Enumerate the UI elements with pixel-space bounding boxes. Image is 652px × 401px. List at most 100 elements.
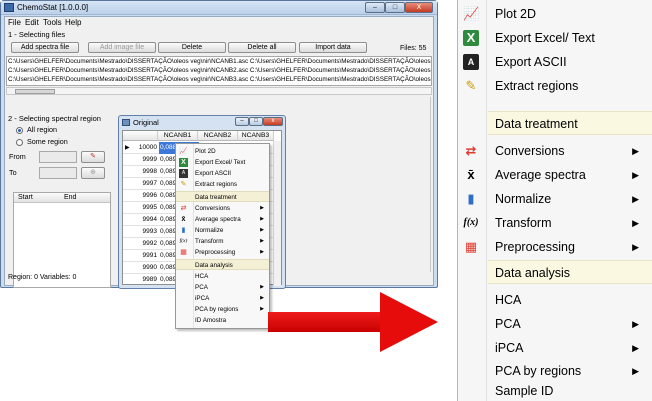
menu-item-label: Plot 2D <box>195 148 216 155</box>
menu-item-transform[interactable]: f(x) Transform ▶ <box>458 211 652 235</box>
plot-2d-icon: 📈 <box>463 6 480 21</box>
from-input[interactable] <box>39 151 77 163</box>
menu-item-average-spectra[interactable]: x̄ Average spectra ▶ <box>176 214 269 225</box>
end-column-header: End <box>64 194 77 201</box>
menu-item-sample-id[interactable]: Sample ID <box>458 379 652 401</box>
minimize-button[interactable]: – <box>365 2 385 13</box>
row-id: 9993 <box>142 228 157 235</box>
start-column-header: Start <box>18 194 33 201</box>
plot-2d-icon: 📈 <box>179 148 188 155</box>
menu-item-label: iPCA <box>195 295 210 302</box>
menu-item-plot-2d[interactable]: 📈 Plot 2D <box>176 146 269 157</box>
menu-item-label: Sample ID <box>495 384 554 398</box>
menu-item-ipca[interactable]: iPCA ▶ <box>176 293 269 304</box>
row-id: 9991 <box>142 252 157 259</box>
file-path-list[interactable]: C:\Users\GHELFER\Documents\Mestrado\DISS… <box>6 56 432 86</box>
status-bar: Region: 0 Variables: 0 <box>8 274 77 281</box>
horizontal-scrollbar[interactable] <box>6 87 432 95</box>
submenu-arrow-icon: ▶ <box>632 146 639 156</box>
right-scrollbar[interactable] <box>430 97 434 272</box>
normalize-icon: ▮ <box>181 227 186 234</box>
maximize-button[interactable]: □ <box>385 2 405 13</box>
to-input[interactable] <box>39 167 77 179</box>
submenu-arrow-icon: ▶ <box>260 216 264 222</box>
menu-item-average-spectra[interactable]: x̄ Average spectra ▶ <box>458 163 652 187</box>
menu-help[interactable]: Help <box>65 17 81 28</box>
ascii-icon: A <box>463 54 479 70</box>
row-id: 9992 <box>142 240 157 247</box>
submenu-arrow-icon: ▶ <box>260 205 264 211</box>
title-bar[interactable]: ChemoStat [1.0.0.0] – □ X <box>1 1 437 15</box>
menu-item-pca[interactable]: PCA ▶ <box>176 282 269 293</box>
wand-icon: ✎ <box>465 78 477 93</box>
column-header[interactable]: NCANB2 <box>198 131 238 141</box>
menu-item-plot-2d[interactable]: 📈 Plot 2D <box>458 2 652 26</box>
submenu-arrow-icon: ▶ <box>632 194 639 204</box>
menu-file[interactable]: File <box>8 17 21 28</box>
delete-button[interactable]: Delete <box>158 42 226 53</box>
column-header[interactable]: NCANB1 <box>158 131 198 141</box>
row-header-corner <box>123 131 158 141</box>
menu-item-extract-regions[interactable]: ✎ Extract regions <box>176 179 269 190</box>
import-data-button[interactable]: Import data <box>299 42 367 53</box>
menu-item-export-ascii[interactable]: A Export ASCII <box>458 50 652 74</box>
app-icon <box>4 3 14 12</box>
menu-item-export-excel[interactable]: X Export Excel/ Text <box>458 26 652 50</box>
submenu-arrow-icon: ▶ <box>260 284 264 290</box>
menu-item-extract-regions[interactable]: ✎ Extract regions <box>458 74 652 98</box>
menu-item-sample-id[interactable]: ID Amostra <box>176 315 269 326</box>
row-id: 10000 <box>138 144 157 151</box>
menu-item-export-ascii[interactable]: A Export ASCII <box>176 168 269 179</box>
menu-item-normalize[interactable]: ▮ Normalize ▶ <box>458 187 652 211</box>
add-region-button[interactable]: ⊕ <box>81 167 105 179</box>
menu-item-normalize[interactable]: ▮ Normalize ▶ <box>176 225 269 236</box>
file-path-row[interactable]: C:\Users\GHELFER\Documents\Mestrado\DISS… <box>8 58 431 66</box>
menu-item-pca[interactable]: PCA ▶ <box>458 312 652 336</box>
pick-from-button[interactable]: ✎ <box>81 151 105 163</box>
menu-item-label: Plot 2D <box>495 7 536 21</box>
submenu-arrow-icon: ▶ <box>632 170 639 180</box>
all-region-label: All region <box>27 125 57 134</box>
inner-minimize-button[interactable]: – <box>235 117 249 126</box>
menu-tools[interactable]: Tools <box>43 17 62 28</box>
menu-item-conversions[interactable]: ⇄ Conversions ▶ <box>458 139 652 163</box>
scrollbar-thumb[interactable] <box>15 89 55 94</box>
menu-item-transform[interactable]: f(x) Transform ▶ <box>176 236 269 247</box>
menu-item-conversions[interactable]: ⇄ Conversions ▶ <box>176 203 269 214</box>
excel-icon: X <box>179 158 188 167</box>
menu-item-label: Preprocessing <box>495 240 575 254</box>
menu-item-hca[interactable]: HCA <box>458 288 652 312</box>
menu-item-ipca[interactable]: iPCA ▶ <box>458 336 652 360</box>
some-region-radio[interactable] <box>16 139 23 146</box>
menu-item-preprocessing[interactable]: ▦ Preprocessing ▶ <box>176 247 269 258</box>
menu-item-label: Conversions <box>195 205 230 212</box>
submenu-arrow-icon: ▶ <box>260 295 264 301</box>
from-label: From <box>9 152 26 161</box>
file-path-row[interactable]: C:\Users\GHELFER\Documents\Mestrado\DISS… <box>8 67 431 75</box>
row-id: 9995 <box>142 204 157 211</box>
menu-item-label: Average spectra <box>195 216 241 223</box>
menu-item-pca-by-regions[interactable]: PCA by regions ▶ <box>176 304 269 315</box>
transform-icon: f(x) <box>179 238 188 244</box>
add-spectra-file-button[interactable]: Add spectra file <box>11 42 79 53</box>
grid-vertical-scrollbar[interactable] <box>273 141 281 286</box>
menu-item-label: Preprocessing <box>195 249 236 256</box>
close-button[interactable]: X <box>405 2 433 13</box>
inner-close-button[interactable]: x <box>263 117 283 126</box>
inner-window-icon <box>122 119 130 126</box>
menu-item-label: Export Excel/ Text <box>195 159 246 166</box>
menu-item-label: PCA <box>495 317 521 331</box>
delete-all-button[interactable]: Delete all <box>228 42 296 53</box>
region-section-title: 2 - Selecting spectral region <box>8 114 101 123</box>
some-region-label: Some region <box>27 137 68 146</box>
submenu-arrow-icon: ▶ <box>260 249 264 255</box>
column-header[interactable]: NCANB3 <box>238 131 274 141</box>
file-path-row[interactable]: C:\Users\GHELFER\Documents\Mestrado\DISS… <box>8 76 431 84</box>
menu-item-export-excel[interactable]: X Export Excel/ Text <box>176 157 269 168</box>
menu-item-hca[interactable]: HCA <box>176 271 269 282</box>
all-region-radio[interactable] <box>16 127 23 134</box>
inner-maximize-button[interactable]: □ <box>249 117 263 126</box>
add-image-file-button[interactable]: Add image file <box>88 42 156 53</box>
menu-edit[interactable]: Edit <box>25 17 39 28</box>
menu-item-preprocessing[interactable]: ▦ Preprocessing ▶ <box>458 235 652 259</box>
